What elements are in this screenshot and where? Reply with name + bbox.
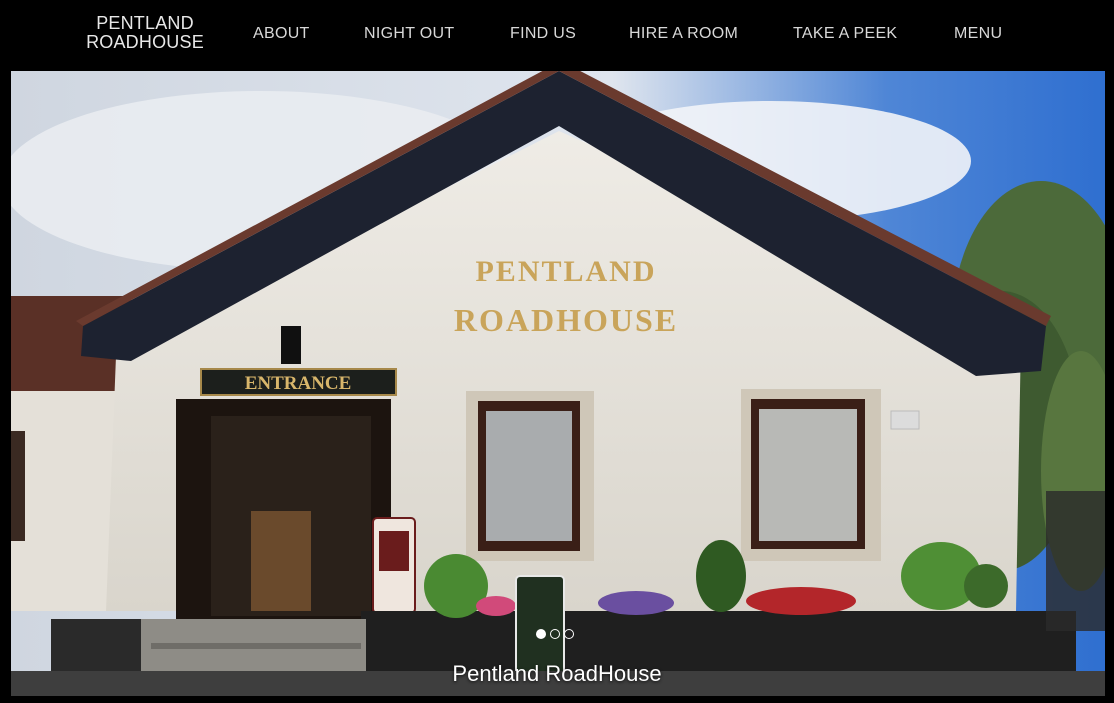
nav-item-take-a-peek[interactable]: TAKE A PEEK: [793, 25, 897, 43]
nav-item-find-us[interactable]: FIND US: [510, 25, 576, 43]
shrub: [964, 564, 1008, 608]
flowers: [476, 596, 516, 616]
annex-window: [11, 431, 25, 541]
bottom-edge: [0, 696, 1114, 703]
slide-indicators: [536, 626, 578, 639]
slide-caption: Pentland RoadHouse: [452, 661, 662, 686]
brand-line-2: ROADHOUSE: [86, 32, 204, 52]
slide-dot-2[interactable]: [550, 629, 560, 639]
building-sign-line-2: ROADHOUSE: [454, 302, 678, 338]
top-navigation: PENTLAND ROADHOUSE ABOUT NIGHT OUT FIND …: [0, 0, 1114, 71]
entrance-sign-text: ENTRANCE: [245, 373, 352, 394]
brand-line-1: PENTLAND: [96, 13, 194, 33]
step-edge: [151, 643, 361, 649]
wall-vent: [890, 410, 920, 430]
fence: [1046, 491, 1105, 631]
nav-item-about[interactable]: ABOUT: [253, 25, 310, 43]
flowers: [746, 587, 856, 615]
coffee-cup: [379, 531, 409, 571]
window-right-glass: [759, 409, 857, 541]
shrub: [696, 540, 746, 612]
nav-item-hire-a-room[interactable]: HIRE A ROOM: [629, 25, 738, 43]
hero-photo-building: ENTRANCE PENTLAND ROADHOUSE: [11, 71, 1105, 696]
entrance-inner-wall: [251, 511, 311, 611]
slide-dot-1[interactable]: [536, 629, 546, 639]
brand-logo-link[interactable]: PENTLAND ROADHOUSE: [80, 14, 210, 52]
nav-item-night-out[interactable]: NIGHT OUT: [364, 25, 454, 43]
window-left-glass: [486, 411, 572, 541]
flowers: [598, 591, 674, 615]
wall-lantern: [281, 326, 301, 364]
nav-item-menu[interactable]: MENU: [954, 25, 1002, 43]
right-edge: [1105, 71, 1114, 703]
slide-dot-3[interactable]: [564, 629, 574, 639]
building-sign-line-1: PENTLAND: [475, 255, 656, 288]
hero-slideshow[interactable]: ENTRANCE PENTLAND ROADHOUSE: [11, 71, 1105, 696]
